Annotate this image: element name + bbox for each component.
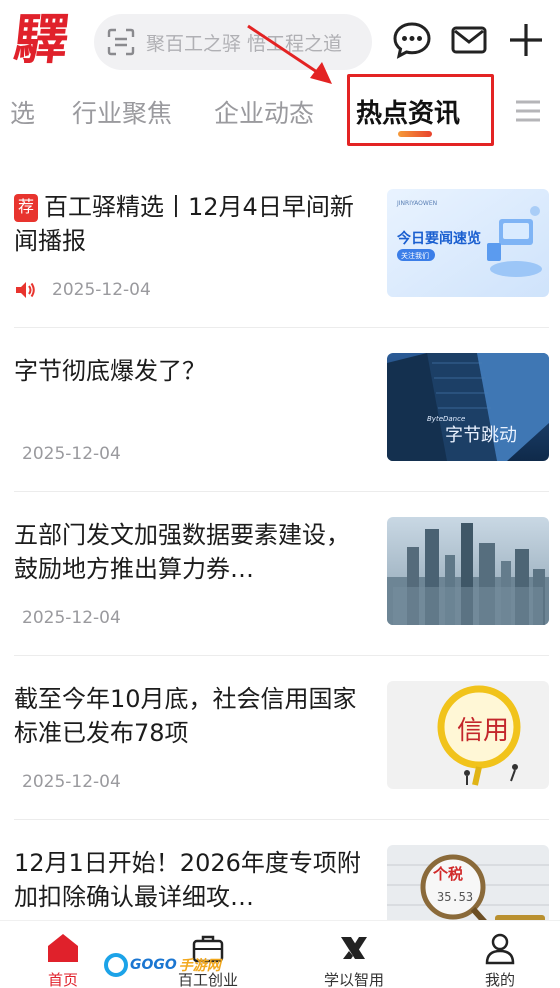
tab-company-news[interactable]: 企业动态 (214, 94, 314, 134)
annotation-highlight-box (347, 74, 494, 146)
svg-text:关注我们: 关注我们 (401, 251, 429, 260)
watermark-text-2: 手游网 (178, 958, 221, 974)
tab-selected-partial[interactable]: 选 (10, 94, 35, 134)
recommend-badge: 荐 (14, 194, 39, 222)
news-date: 2025-12-04 (22, 772, 121, 792)
news-item[interactable]: 截至今年10月底，社会信用国家标准已发布78项 2025-12-04 信用 (14, 656, 549, 820)
news-date: 2025-12-04 (22, 444, 121, 464)
home-icon (48, 934, 78, 962)
svg-text:35.53: 35.53 (437, 890, 473, 904)
message-icon[interactable] (392, 20, 432, 60)
svg-text:个税: 个税 (432, 865, 463, 883)
news-date: 2025-12-04 (22, 608, 121, 628)
svg-text:字节跳动: 字节跳动 (445, 425, 517, 446)
user-icon (485, 933, 515, 965)
news-title: 截至今年10月底，社会信用国家标准已发布78项 (14, 685, 357, 747)
watermark-logo-icon (104, 953, 128, 977)
scan-icon[interactable] (106, 27, 136, 57)
news-date: 2025-12-04 (52, 280, 151, 300)
svg-text:今日要闻速览: 今日要闻速览 (396, 230, 481, 247)
bottom-navigation: 首页 百工创业 学以智用 我的 (0, 920, 560, 988)
mail-icon[interactable] (449, 20, 489, 60)
nav-learn[interactable]: 学以智用 (294, 921, 414, 988)
nav-mine[interactable]: 我的 (440, 921, 560, 988)
news-item[interactable]: 荐百工驿精选丨12月4日早间新闻播报 2025-12-04 JINRIYAOWE… (14, 164, 549, 328)
svg-text:JINRIYAOWEN: JINRIYAOWEN (396, 200, 437, 207)
nav-label: 学以智用 (323, 971, 384, 988)
watermark: GOGO 手游网 (104, 952, 221, 978)
menu-icon[interactable] (514, 96, 542, 126)
annotation-arrow (247, 24, 332, 84)
news-title: 字节彻底爆发了？ (14, 357, 206, 385)
tab-industry-focus[interactable]: 行业聚焦 (72, 94, 172, 134)
watermark-text: GOGO (130, 957, 177, 973)
plus-icon[interactable] (506, 20, 546, 60)
news-item[interactable]: 五部门发文加强数据要素建设，鼓励地方推出算力券… 2025-12-04 (14, 492, 549, 656)
news-title: 荐百工驿精选丨12月4日早间新闻播报 (14, 193, 354, 255)
news-thumbnail: 信用 (387, 681, 549, 789)
news-thumbnail: ByteDance 字节跳动 (387, 353, 549, 461)
learn-logo-icon (341, 937, 367, 959)
news-item[interactable]: 字节彻底爆发了？ 2025-12-04 ByteDance 字节跳动 (14, 328, 549, 492)
news-thumbnail (387, 517, 549, 625)
news-thumbnail: JINRIYAOWEN 今日要闻速览 关注我们 (387, 189, 549, 297)
nav-label: 我的 (484, 971, 515, 988)
app-logo[interactable]: 驛 (11, 6, 82, 72)
svg-text:ByteDance: ByteDance (427, 415, 465, 423)
news-title: 12月1日开始！2026年度专项附加扣除确认最详细攻… (14, 849, 361, 911)
svg-text:信用: 信用 (457, 716, 509, 746)
speaker-icon[interactable] (14, 280, 36, 300)
news-title: 五部门发文加强数据要素建设，鼓励地方推出算力券… (14, 521, 350, 583)
